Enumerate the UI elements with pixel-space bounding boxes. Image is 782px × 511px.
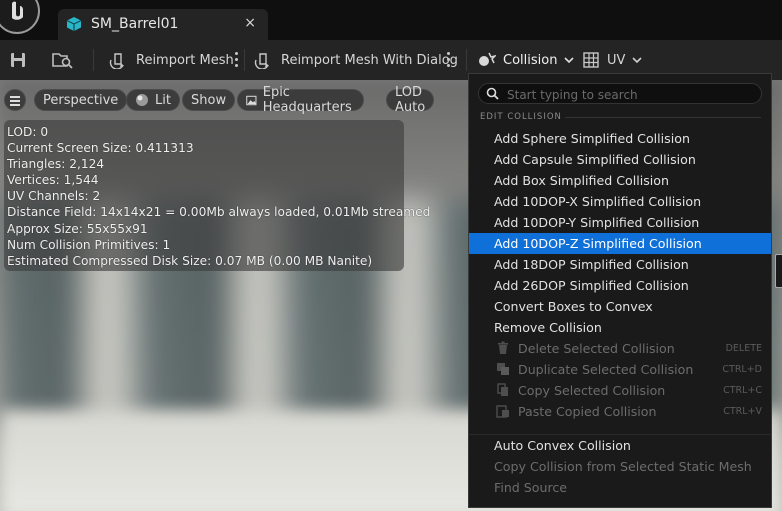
save-icon — [11, 53, 25, 67]
perspective-button[interactable]: Perspective — [34, 89, 128, 111]
tab-close-button[interactable]: × — [244, 15, 256, 31]
menu-item-label: Remove Collision — [494, 320, 602, 335]
environment-button[interactable]: Epic Headquarters — [237, 85, 365, 115]
stat-triangles: Triangles: 2,124 — [7, 157, 105, 172]
menu-item-label: Duplicate Selected Collision — [518, 362, 694, 377]
toolbar-separator — [466, 49, 467, 71]
stat-approx-size: Approx Size: 55x55x91 — [7, 221, 148, 236]
menu-item-add-box-collision[interactable]: Add Box Simplified Collision — [469, 170, 771, 191]
environment-label: Epic Headquarters — [262, 85, 352, 115]
menu-item-add-10dop-x-collision[interactable]: Add 10DOP-X Simplified Collision — [469, 191, 771, 212]
mesh-stats-overlay: LOD: 0 Current Screen Size: 0.411313 Tri… — [4, 120, 431, 271]
menu-item-label: Add 10DOP-Z Simplified Collision — [494, 236, 702, 251]
menu-search — [478, 83, 762, 105]
perspective-label: Perspective — [43, 92, 119, 108]
stat-distance-field: Distance Field: 14x14x21 = 0.00Mb always… — [7, 205, 431, 220]
toolbar-separator — [244, 49, 245, 71]
viewport-edge-handle[interactable] — [775, 254, 782, 288]
section-header-edit-collision: EDIT COLLISION — [480, 112, 562, 122]
menu-item-delete-selected-collision[interactable]: Delete Selected Collision DELETE — [469, 338, 771, 359]
reimport-dialog-options-button[interactable] — [447, 52, 451, 68]
chevron-down-icon — [564, 57, 575, 64]
folder-search-icon — [52, 53, 73, 69]
reimport-mesh-button[interactable]: Reimport Mesh — [109, 40, 234, 80]
menu-item-label: Convert Boxes to Convex — [494, 299, 653, 314]
search-icon — [486, 87, 499, 100]
shortcut-label: CTRL+D — [722, 364, 762, 375]
tab-label: SM_Barrel01 — [91, 16, 179, 32]
menu-item-label: Find Source — [494, 480, 568, 495]
stat-uv-channels: UV Channels: 2 — [7, 189, 101, 204]
menu-item-copy-collision-from-selected[interactable]: Copy Collision from Selected Static Mesh — [469, 456, 771, 477]
lit-button[interactable]: Lit — [126, 89, 180, 111]
shortcut-label: DELETE — [725, 343, 762, 354]
show-label: Show — [191, 92, 227, 108]
static-mesh-icon — [66, 16, 82, 36]
shortcut-label: CTRL+C — [723, 385, 762, 396]
menu-item-label: Add 10DOP-X Simplified Collision — [494, 194, 702, 209]
title-bar: SM_Barrel01 × — [0, 0, 782, 40]
image-icon — [246, 95, 257, 105]
lod-button[interactable]: LOD Auto — [386, 85, 435, 115]
menu-item-convert-boxes-to-convex[interactable]: Convert Boxes to Convex — [469, 296, 771, 317]
stat-collision-primitives: Num Collision Primitives: 1 — [7, 237, 171, 252]
collision-label: Collision — [503, 52, 558, 68]
reimport-options-button[interactable] — [235, 52, 239, 68]
menu-item-label: Auto Convex Collision — [494, 438, 631, 453]
menu-item-label: Delete Selected Collision — [518, 341, 675, 356]
uv-grid-icon — [583, 52, 599, 68]
copy-icon — [497, 383, 508, 396]
trash-icon — [498, 341, 508, 354]
menu-item-label: Paste Copied Collision — [518, 404, 657, 419]
collision-dropdown-menu: EDIT COLLISION Add Sphere Simplified Col… — [468, 73, 772, 508]
menu-item-label: Add Sphere Simplified Collision — [494, 131, 690, 146]
chevron-down-icon — [632, 57, 642, 64]
menu-item-add-10dop-y-collision[interactable]: Add 10DOP-Y Simplified Collision — [469, 212, 771, 233]
menu-item-add-sphere-collision[interactable]: Add Sphere Simplified Collision — [469, 128, 771, 149]
show-button[interactable]: Show — [182, 89, 236, 111]
menu-item-duplicate-selected-collision[interactable]: Duplicate Selected Collision CTRL+D — [469, 359, 771, 380]
menu-item-copy-selected-collision[interactable]: Copy Selected Collision CTRL+C — [469, 380, 771, 401]
uv-label: UV — [607, 52, 626, 68]
shortcut-label: CTRL+V — [723, 406, 762, 417]
lit-label: Lit — [155, 92, 171, 108]
reimport-mesh-label: Reimport Mesh — [136, 52, 234, 68]
lod-label: LOD Auto — [395, 85, 426, 115]
reimport-with-dialog-label: Reimport Mesh With Dialog — [281, 52, 458, 68]
menu-search-input[interactable] — [505, 84, 759, 105]
stat-disk-size: Estimated Compressed Disk Size: 0.07 MB … — [7, 253, 373, 268]
menu-item-add-18dop-collision[interactable]: Add 18DOP Simplified Collision — [469, 254, 771, 275]
tab-sm-barrel01[interactable]: SM_Barrel01 × — [58, 9, 268, 40]
stat-vertices: Vertices: 1,544 — [7, 173, 99, 188]
menu-item-label: Add 10DOP-Y Simplified Collision — [494, 215, 700, 230]
duplicate-icon — [497, 363, 509, 375]
viewport-options-button[interactable] — [4, 89, 26, 111]
menu-item-label: Add Box Simplified Collision — [494, 173, 669, 188]
section-divider — [565, 117, 761, 118]
stat-lod: LOD: 0 — [7, 125, 49, 139]
browse-asset-button[interactable] — [52, 40, 74, 80]
collision-icon — [479, 52, 496, 66]
menu-item-label: Copy Collision from Selected Static Mesh — [494, 459, 752, 474]
menu-item-add-capsule-collision[interactable]: Add Capsule Simplified Collision — [469, 149, 771, 170]
menu-item-add-10dop-z-collision[interactable]: Add 10DOP-Z Simplified Collision — [469, 233, 771, 254]
menu-item-label: Add 18DOP Simplified Collision — [494, 257, 689, 272]
menu-item-label: Copy Selected Collision — [518, 383, 666, 398]
save-button[interactable] — [9, 40, 27, 80]
toolbar-separator — [93, 49, 94, 71]
reimport-dialog-icon — [254, 53, 269, 69]
menu-item-auto-convex-collision[interactable]: Auto Convex Collision — [469, 435, 771, 456]
menu-item-find-source[interactable]: Find Source — [469, 477, 771, 498]
stat-screen-size: Current Screen Size: 0.411313 — [7, 141, 194, 156]
paste-icon — [496, 405, 509, 418]
menu-item-label: Add Capsule Simplified Collision — [494, 152, 696, 167]
unreal-logo-icon[interactable] — [0, 0, 40, 34]
menu-item-paste-copied-collision[interactable]: Paste Copied Collision CTRL+V — [469, 401, 771, 422]
menu-item-remove-collision[interactable]: Remove Collision — [469, 317, 771, 338]
reimport-icon — [109, 53, 124, 69]
menu-item-add-26dop-collision[interactable]: Add 26DOP Simplified Collision — [469, 275, 771, 296]
menu-item-label: Add 26DOP Simplified Collision — [494, 278, 689, 293]
reimport-with-dialog-button[interactable]: Reimport Mesh With Dialog — [254, 40, 458, 80]
lit-sphere-icon — [136, 94, 148, 106]
